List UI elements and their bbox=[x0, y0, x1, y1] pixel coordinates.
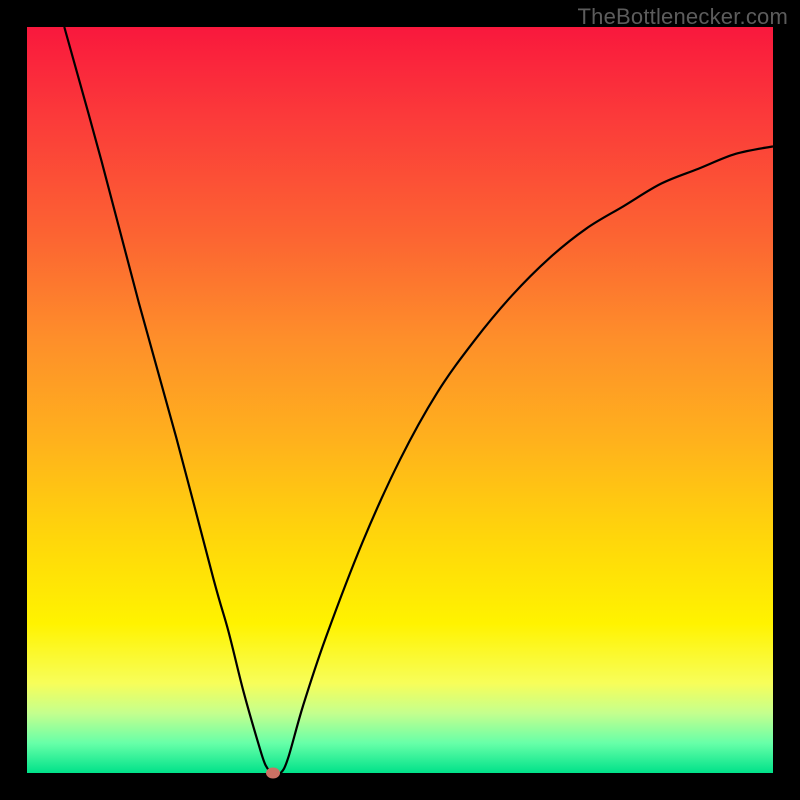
curve-path bbox=[64, 27, 773, 774]
plot-area bbox=[27, 27, 773, 773]
chart-frame: TheBottlenecker.com bbox=[0, 0, 800, 800]
bottleneck-curve bbox=[27, 27, 773, 773]
optimum-marker bbox=[266, 768, 280, 779]
